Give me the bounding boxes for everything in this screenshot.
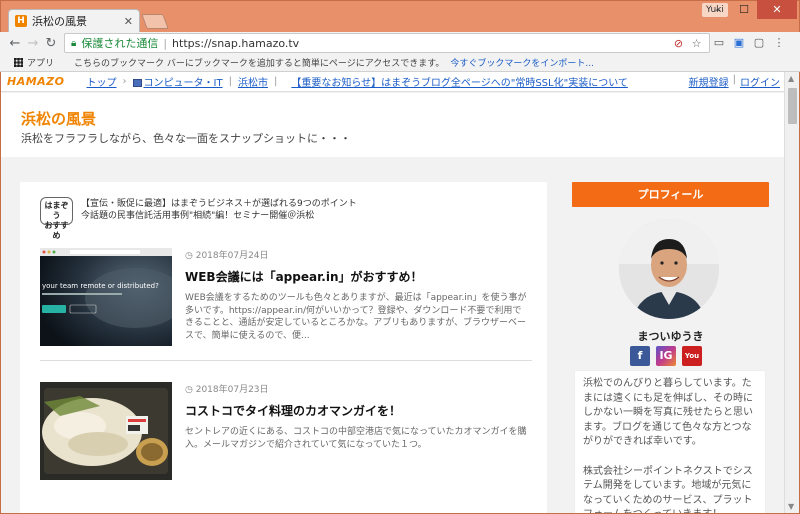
crumb-hamamatsu[interactable]: 浜松市 [238, 74, 268, 89]
social-links: f IG You Tube [630, 346, 702, 380]
instagram-icon[interactable]: IG [656, 346, 676, 366]
blog-entry: ◷ 2018年07月23日 コストコでタイ料理のカオマンガイを！ セントレアの近… [40, 382, 527, 492]
recommend-badge: はまぞう おすすめ [40, 197, 73, 240]
notice-link[interactable]: 【重要なお知らせ】はまぞうブログ全ページへの"常時SSL化"実装について [291, 74, 628, 89]
blog-header: 浜松の風景 浜松をフラフラしながら、色々な一面をスナップショットに・・・ [1, 93, 784, 157]
sponsored-link-1[interactable]: 【宣伝・販促に最適】はまぞうビジネス＋が選ばれる9つのポイント [81, 198, 357, 210]
entry-thumbnail[interactable] [40, 382, 172, 480]
bookmark-star-icon[interactable]: ☆ [690, 37, 703, 50]
thumbnail-text: your team remote or distributed? [42, 282, 159, 290]
main-content: はまぞう おすすめ 【宣伝・販促に最適】はまぞうビジネス＋が選ばれる9つのポイント… [20, 182, 547, 513]
youtube-icon[interactable]: You Tube [682, 346, 702, 380]
bookmarks-bar: アプリ こちらのブックマーク バーにブックマークを追加すると簡単にページにアクセ… [0, 54, 800, 72]
scroll-down-icon[interactable]: ▼ [788, 502, 794, 511]
blog-entry: your team remote or distributed? ◷ 2018年… [40, 248, 527, 358]
sidebar: プロフィール まついゆうき f IG You Tube 浜松でのんびりと暮らして… [572, 182, 769, 513]
cast-icon[interactable]: ▭ [712, 34, 726, 51]
extension-screen-icon[interactable]: ▢ [752, 34, 766, 51]
new-tab-button[interactable] [141, 14, 169, 29]
entry-excerpt: WEB会議をするためのツールも色々とありますが、最近は「appear.in」を使… [185, 293, 527, 341]
address-separator: | [163, 36, 168, 50]
sponsored-block: はまぞう おすすめ 【宣伝・販促に最適】はまぞうビジネス＋が選ばれる9つのポイント… [40, 197, 357, 240]
maximize-button[interactable]: ☐ [731, 0, 757, 19]
crumb-separator: | [228, 76, 232, 87]
crumb-computer-it[interactable]: コンピュータ・IT [144, 78, 223, 89]
entry-title[interactable]: コストコでタイ料理のカオマンガイを！ [185, 402, 401, 419]
tab-active[interactable]: H 浜松の風景 ✕ [8, 9, 140, 32]
scroll-up-icon[interactable]: ▲ [788, 74, 794, 83]
entry-divider [40, 360, 532, 361]
hamazo-logo[interactable]: HAMAZO [7, 75, 65, 88]
sponsored-link-2[interactable]: 今話題の民事信託活用事例"相続"編！セミナー開催＠浜松 [81, 210, 357, 222]
page-viewport: HAMAZO トップ › コンピュータ・IT | 浜松市 | 【重要なお知らせ】… [1, 72, 784, 513]
crumb-top[interactable]: トップ [87, 74, 117, 89]
favicon-icon: H [15, 15, 27, 27]
profile-name: まついゆうき [637, 330, 704, 343]
title-bar: H 浜松の風景 ✕ Yuki – ☐ ✕ [0, 0, 800, 32]
reload-icon[interactable]: ↻ [42, 36, 60, 51]
hamazo-bar: HAMAZO トップ › コンピュータ・IT | 浜松市 | 【重要なお知らせ】… [1, 72, 784, 92]
url-text[interactable]: https://snap.hamazo.tv [172, 37, 667, 50]
entry-excerpt: セントレアの近くにある、コストコの中部空港店で気になっていたカオマンガイを購入。… [185, 427, 527, 450]
lock-icon: 🔒︎ [71, 37, 77, 49]
extension-check-icon[interactable]: ▣ [732, 34, 746, 51]
login-link[interactable]: ログイン [740, 74, 780, 89]
entry-date-text: 2018年07月24日 [195, 251, 269, 261]
close-window-button[interactable]: ✕ [757, 0, 797, 19]
browser-toolbar: ← → ↻ 🔒︎ 保護された通信 | https://snap.hamazo.t… [0, 32, 800, 54]
avatar[interactable] [619, 219, 719, 319]
entry-date-text: 2018年07月23日 [195, 385, 269, 395]
profile-bio: 浜松でのんびりと暮らしています。たまには遠くにも足を伸ばし、その時にしかない一瞬… [574, 370, 766, 513]
entry-title[interactable]: WEB会議には「appear.in」がおすすめ！ [185, 268, 423, 285]
apps-grid-icon [14, 58, 23, 67]
blog-title[interactable]: 浜松の風景 [21, 108, 96, 129]
extension-icons: ▭ ▣ ▢ ⋮ [712, 34, 786, 51]
scroll-thumb[interactable] [788, 88, 797, 124]
minimize-button[interactable]: – [705, 0, 731, 19]
address-bar[interactable]: 🔒︎ 保護された通信 | https://snap.hamazo.tv ⊘ ☆ [64, 33, 710, 53]
account-separator: | [732, 74, 736, 85]
entry-thumbnail[interactable]: your team remote or distributed? [40, 248, 172, 346]
entry-date: ◷ 2018年07月24日 [185, 251, 269, 261]
apps-shortcut[interactable]: アプリ [14, 56, 54, 69]
page-scrollbar[interactable]: ▲ ▼ [784, 72, 799, 513]
bookmarks-hint: こちらのブックマーク バーにブックマークを追加すると簡単にページにアクセスできま… [74, 59, 445, 69]
register-link[interactable]: 新規登録 [689, 74, 729, 89]
computer-icon [132, 79, 142, 87]
sponsored-links: 【宣伝・販促に最適】はまぞうビジネス＋が選ばれる9つのポイント 今話題の民事信託… [81, 197, 357, 225]
blocked-popup-icon[interactable]: ⊘ [672, 37, 685, 50]
account-links: 新規登録 | ログイン [689, 74, 780, 89]
tab-title: 浜松の風景 [32, 15, 87, 28]
back-arrow-icon[interactable]: ← [6, 36, 24, 51]
crumb-separator: › [122, 76, 127, 87]
import-bookmarks-link[interactable]: 今すぐブックマークをインポート... [450, 56, 594, 69]
profile-heading[interactable]: プロフィール [572, 182, 769, 207]
apps-label: アプリ [27, 59, 55, 69]
crumb-separator: | [273, 76, 278, 87]
secure-connection-label[interactable]: 保護された通信 [81, 35, 158, 51]
forward-arrow-icon[interactable]: → [24, 36, 42, 51]
tab-close-icon[interactable]: ✕ [124, 15, 133, 28]
blog-description: 浜松をフラフラしながら、色々な一面をスナップショットに・・・ [21, 132, 351, 145]
menu-dots-icon[interactable]: ⋮ [772, 34, 786, 51]
entry-date: ◷ 2018年07月23日 [185, 385, 269, 395]
facebook-icon[interactable]: f [630, 346, 650, 366]
window-controls: – ☐ ✕ [705, 0, 797, 19]
